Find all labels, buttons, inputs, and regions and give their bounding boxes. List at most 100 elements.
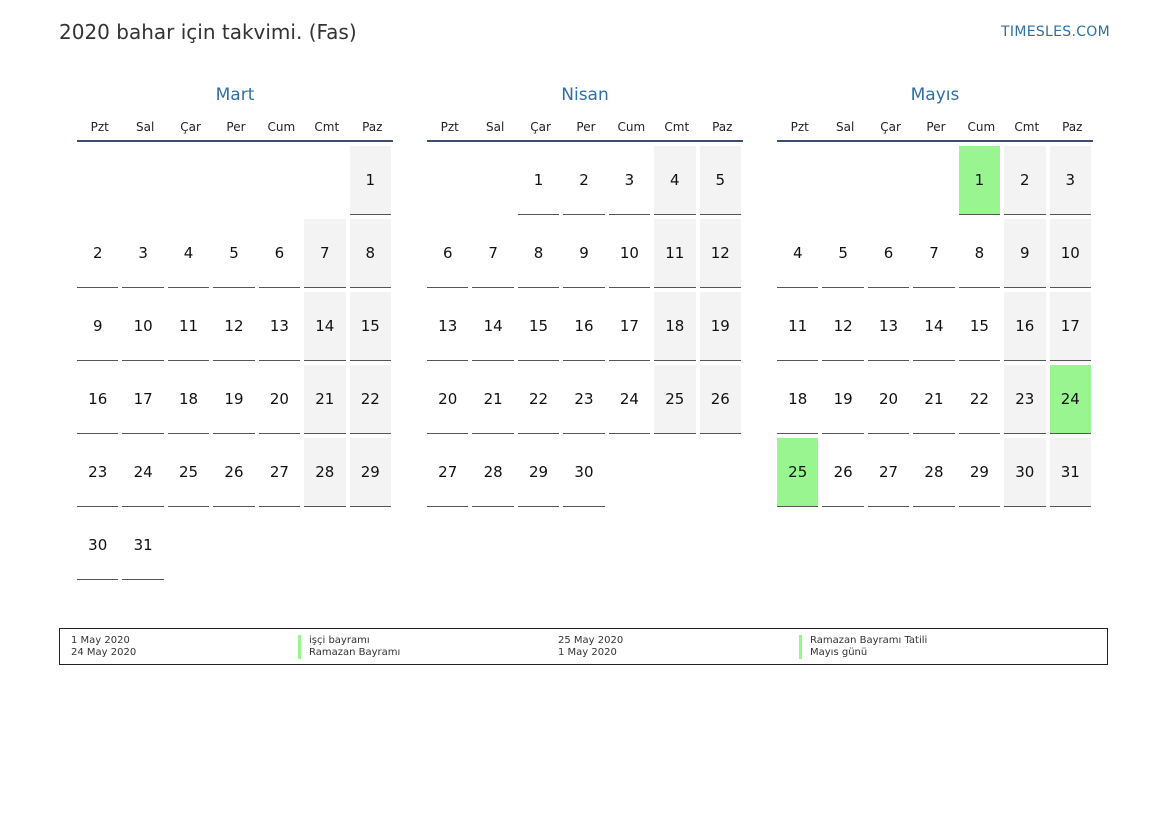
day-cell[interactable]: 31 [1049,438,1095,511]
day-cell[interactable]: 14 [472,292,517,365]
day-cell[interactable]: 14 [913,292,958,365]
day-number: 26 [699,365,741,434]
day-cell[interactable]: 26 [699,365,745,438]
day-cell[interactable]: 15 [958,292,1004,365]
day-cell[interactable]: 14 [304,292,349,365]
day-cell[interactable]: 23 [77,438,122,511]
day-cell[interactable]: 24 [122,438,167,511]
day-cell[interactable]: 5 [213,219,258,292]
day-cell[interactable]: 17 [122,365,167,438]
day-cell[interactable]: 22 [958,365,1004,438]
day-cell[interactable]: 1 [349,146,395,219]
day-cell[interactable]: 19 [822,365,867,438]
day-cell[interactable]: 11 [654,219,699,292]
day-cell[interactable]: 28 [304,438,349,511]
day-cell[interactable]: 16 [563,292,608,365]
day-cell[interactable]: 7 [913,219,958,292]
day-cell[interactable]: 29 [958,438,1004,511]
day-cell[interactable]: 6 [867,219,913,292]
day-cell[interactable]: 3 [608,146,654,219]
day-cell[interactable]: 19 [699,292,745,365]
day-cell[interactable]: 22 [349,365,395,438]
day-cell[interactable]: 16 [1004,292,1049,365]
day-cell[interactable]: 2 [563,146,608,219]
day-cell[interactable]: 10 [608,219,654,292]
day-cell[interactable]: 20 [427,365,472,438]
day-cell[interactable]: 21 [472,365,517,438]
day-cell[interactable]: 7 [304,219,349,292]
day-cell[interactable]: 16 [77,365,122,438]
day-cell[interactable]: 5 [822,219,867,292]
day-cell[interactable]: 4 [777,219,822,292]
day-number: 25 [167,438,210,507]
day-cell[interactable]: 19 [213,365,258,438]
day-cell[interactable]: 11 [167,292,213,365]
brand-link[interactable]: TIMESLES.COM [1001,24,1110,40]
day-cell[interactable]: 3 [1049,146,1095,219]
day-cell[interactable]: 8 [349,219,395,292]
day-cell[interactable]: 17 [1049,292,1095,365]
day-cell[interactable]: 9 [1004,219,1049,292]
day-cell[interactable]: 27 [258,438,304,511]
day-cell[interactable]: 12 [699,219,745,292]
day-cell[interactable]: 23 [563,365,608,438]
day-cell[interactable]: 31 [122,511,167,584]
day-cell[interactable]: 24 [1049,365,1095,438]
day-number: 9 [563,219,605,288]
day-cell[interactable]: 18 [167,365,213,438]
day-cell[interactable]: 27 [867,438,913,511]
day-cell[interactable]: 18 [777,365,822,438]
day-cell[interactable]: 12 [822,292,867,365]
day-cell[interactable]: 1 [517,146,563,219]
day-cell[interactable]: 15 [517,292,563,365]
day-cell[interactable]: 29 [349,438,395,511]
empty-day-cell [168,146,213,219]
day-cell[interactable]: 5 [699,146,745,219]
day-cell[interactable]: 7 [472,219,517,292]
day-cell[interactable]: 9 [77,292,122,365]
day-cell[interactable]: 30 [563,438,608,511]
day-cell[interactable]: 17 [608,292,654,365]
day-cell[interactable]: 6 [427,219,472,292]
day-cell[interactable]: 12 [213,292,258,365]
day-cell[interactable]: 28 [472,438,517,511]
day-number: 26 [822,438,864,507]
day-cell[interactable]: 8 [517,219,563,292]
day-cell[interactable]: 25 [777,438,822,511]
day-cell[interactable]: 20 [867,365,913,438]
day-cell[interactable]: 26 [213,438,258,511]
day-cell[interactable]: 4 [167,219,213,292]
day-cell[interactable]: 13 [867,292,913,365]
day-cell[interactable]: 6 [258,219,304,292]
day-cell[interactable]: 24 [608,365,654,438]
day-cell[interactable]: 26 [822,438,867,511]
day-cell[interactable]: 10 [122,292,167,365]
day-cell[interactable]: 13 [427,292,472,365]
day-cell[interactable]: 13 [258,292,304,365]
day-cell[interactable]: 2 [1004,146,1049,219]
day-cell[interactable]: 18 [654,292,699,365]
day-cell[interactable]: 22 [517,365,563,438]
day-cell[interactable]: 20 [258,365,304,438]
day-cell[interactable]: 30 [1004,438,1049,511]
day-cell[interactable]: 23 [1004,365,1049,438]
day-cell[interactable]: 1 [958,146,1004,219]
day-cell[interactable]: 27 [427,438,472,511]
day-cell[interactable]: 2 [77,219,122,292]
day-cell[interactable]: 25 [167,438,213,511]
day-number: 6 [867,219,910,288]
day-cell[interactable]: 21 [913,365,958,438]
day-cell[interactable]: 30 [77,511,122,584]
day-cell[interactable]: 9 [563,219,608,292]
day-number: 24 [1049,365,1091,434]
day-cell[interactable]: 11 [777,292,822,365]
day-cell[interactable]: 4 [654,146,699,219]
day-cell[interactable]: 25 [654,365,699,438]
day-cell[interactable]: 8 [958,219,1004,292]
day-cell[interactable]: 15 [349,292,395,365]
day-cell[interactable]: 29 [517,438,563,511]
day-cell[interactable]: 10 [1049,219,1095,292]
day-cell[interactable]: 21 [304,365,349,438]
day-cell[interactable]: 3 [122,219,167,292]
day-cell[interactable]: 28 [913,438,958,511]
